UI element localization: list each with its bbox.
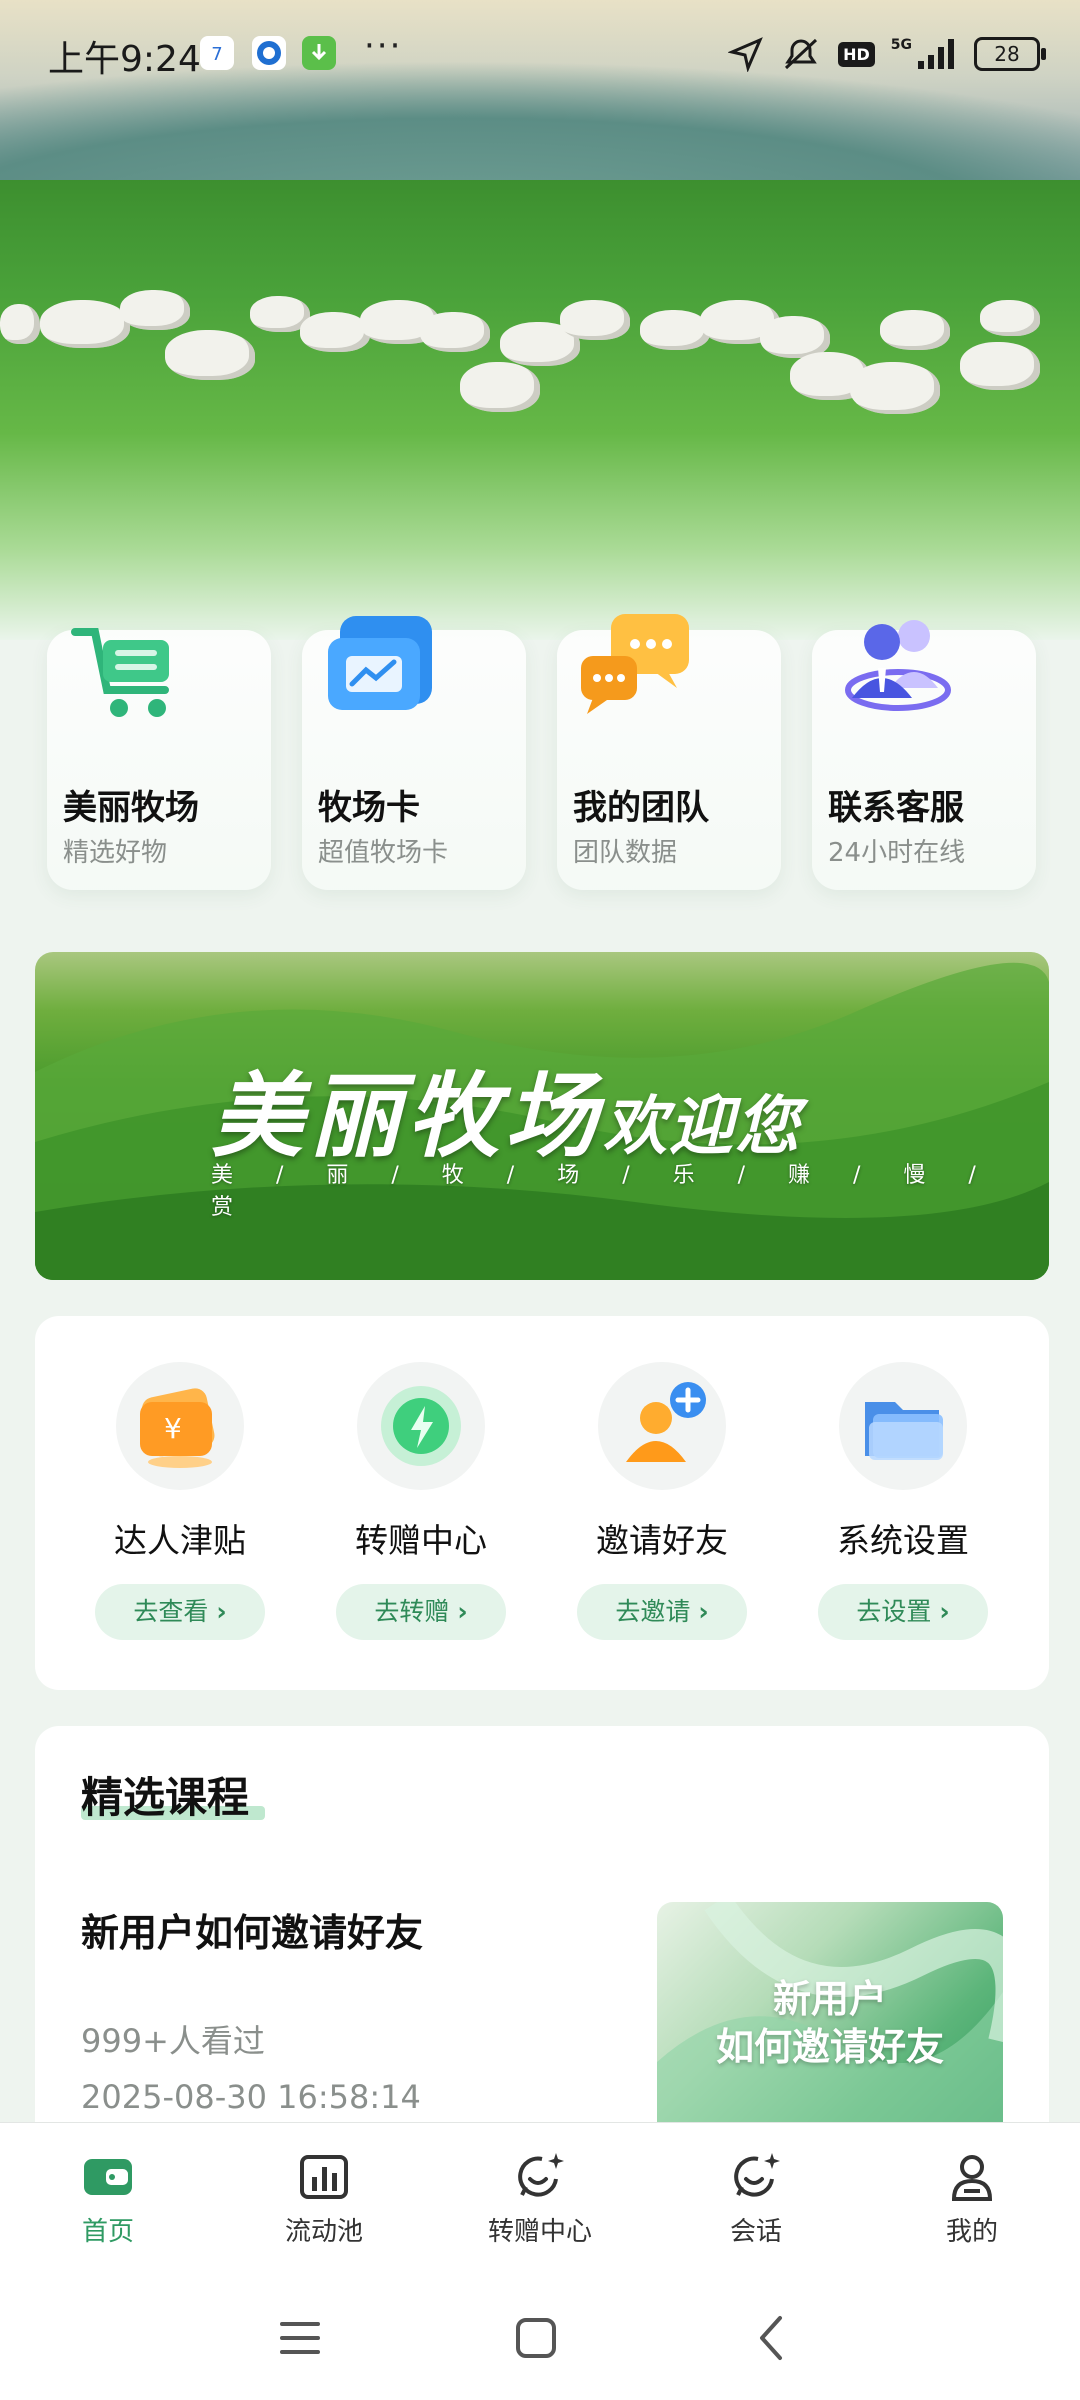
system-navigation-bar: [0, 2278, 1080, 2400]
quick-card-my-team[interactable]: 我的团队 团队数据: [557, 614, 781, 890]
lightning-icon: [357, 1362, 485, 1490]
tool-label: 转赠中心: [355, 1521, 487, 1560]
tab-messages[interactable]: 会话: [686, 2149, 826, 2248]
banner-headline: 美丽牧场欢迎您: [211, 1042, 801, 1175]
tab-label: 我的: [945, 2217, 998, 2247]
quick-card-title: 联系客服: [828, 788, 964, 828]
course-thumbnail[interactable]: 新用户 如何邀请好友: [657, 1902, 1003, 2142]
smile-sparkle-icon: [518, 2153, 564, 2197]
chevron-right-icon: ›: [457, 1597, 468, 1626]
person-icon: [951, 2155, 993, 2201]
tool-transfer-center[interactable]: 转赠中心 去转赠 ›: [321, 1362, 521, 1640]
quick-card-subtitle: 精选好物: [63, 838, 168, 868]
pill-text: 去设置: [856, 1597, 932, 1626]
go-invite-button[interactable]: 去邀请 ›: [577, 1584, 747, 1640]
tab-label: 会话: [729, 2217, 782, 2247]
tools-card: ¥ 达人津贴 去查看 › 转赠中心 去转赠 › 邀请好友 去邀请 › 系统设置 …: [35, 1316, 1049, 1690]
customer-service-icon: [832, 610, 952, 730]
quick-card-subtitle: 团队数据: [573, 838, 678, 868]
menu-icon[interactable]: [270, 2308, 330, 2368]
tab-transfer-center[interactable]: 转赠中心: [470, 2149, 610, 2248]
status-bar: 上午9:24 7 ··· HD 5G 28: [0, 0, 1080, 110]
go-transfer-button[interactable]: 去转赠 ›: [336, 1584, 506, 1640]
quick-card-subtitle: 24小时在线: [828, 838, 966, 868]
bar-chart-icon: [300, 2155, 348, 2199]
tab-label: 转赠中心: [487, 2217, 592, 2247]
tool-label: 达人津贴: [114, 1521, 246, 1560]
download-app-icon: [302, 36, 336, 70]
go-settings-button[interactable]: 去设置 ›: [818, 1584, 988, 1640]
go-view-button[interactable]: 去查看 ›: [95, 1584, 265, 1640]
mute-icon: [785, 38, 818, 70]
tab-home[interactable]: 首页: [38, 2149, 178, 2248]
tool-expert-allowance[interactable]: ¥ 达人津贴 去查看 ›: [80, 1362, 280, 1640]
calendar-app-icon: 7: [200, 36, 234, 70]
pill-text: 去查看: [133, 1597, 209, 1626]
tab-label: 流动池: [284, 2217, 363, 2247]
quick-card-title: 牧场卡: [318, 788, 420, 828]
pill-text: 去转赠: [374, 1597, 450, 1626]
tool-label: 系统设置: [837, 1521, 969, 1560]
tab-label: 首页: [81, 2217, 134, 2247]
folder-icon: [839, 1362, 967, 1490]
browser-app-icon: [252, 36, 286, 70]
tab-flow-pool[interactable]: 流动池: [254, 2149, 394, 2248]
course-views: 999+人看过: [81, 2022, 265, 2060]
battery-icon: 28: [974, 37, 1046, 71]
section-title: 精选课程: [81, 1773, 250, 1822]
bottom-tab-bar: 首页 流动池 转赠中心 会话 我的: [0, 2122, 1080, 2279]
chevron-right-icon: ›: [939, 1597, 950, 1626]
thumbnail-text-line1: 新用户: [772, 1977, 887, 2021]
more-notifications-icon: ···: [364, 26, 403, 66]
chevron-right-icon: ›: [216, 1597, 227, 1626]
add-user-icon: [598, 1362, 726, 1490]
back-icon[interactable]: [742, 2308, 802, 2368]
svg-text:¥: ¥: [164, 1412, 182, 1445]
network-label: 5G: [890, 37, 912, 53]
home-square-icon[interactable]: [506, 2308, 566, 2368]
quick-card-title: 我的团队: [573, 788, 709, 828]
chat-bubbles-icon: [577, 610, 697, 730]
signal-icon: [918, 39, 954, 69]
banner-headline-main: 美丽牧场: [211, 1062, 604, 1170]
welcome-banner[interactable]: 美丽牧场欢迎您 美 / 丽 / 牧 / 场 / 乐 / 赚 / 慢 / 赏: [35, 952, 1049, 1280]
pill-text: 去邀请: [615, 1597, 691, 1626]
wallet-coin-icon: ¥: [116, 1362, 244, 1490]
quick-card-ranch-card[interactable]: 牧场卡 超值牧场卡: [302, 616, 526, 890]
banner-tagline: 美 / 丽 / 牧 / 场 / 乐 / 赚 / 慢 / 赏: [211, 1163, 994, 1220]
shopping-cart-icon: [67, 610, 187, 730]
tool-system-settings[interactable]: 系统设置 去设置 ›: [803, 1362, 1003, 1640]
wallet-home-icon: [84, 2159, 132, 2195]
featured-courses-card: 精选课程 新用户如何邀请好友 999+人看过 2025-08-30 16:58:…: [35, 1726, 1049, 2142]
hd-badge: HD: [838, 41, 875, 67]
banner-headline-suffix: 欢迎您: [603, 1089, 802, 1164]
status-time: 上午9:24: [48, 39, 201, 80]
tab-mine[interactable]: 我的: [902, 2149, 1042, 2248]
chevron-right-icon: ›: [698, 1597, 709, 1626]
quick-card-title: 美丽牧场: [63, 788, 199, 828]
quick-card-subtitle: 超值牧场卡: [318, 838, 449, 868]
course-date: 2025-08-30 16:58:14: [81, 2078, 421, 2116]
tool-invite-friends[interactable]: 邀请好友 去邀请 ›: [562, 1362, 762, 1640]
chat-smile-icon: [734, 2153, 780, 2197]
location-icon: [728, 37, 763, 72]
quick-card-beautiful-ranch[interactable]: 美丽牧场 精选好物: [47, 628, 271, 890]
quick-card-customer-service[interactable]: 联系客服 24小时在线: [812, 620, 1036, 890]
thumbnail-text-line2: 如何邀请好友: [715, 2025, 944, 2069]
chart-card-icon: [322, 610, 442, 730]
course-title: 新用户如何邀请好友: [81, 1911, 424, 1955]
tool-label: 邀请好友: [596, 1521, 728, 1560]
